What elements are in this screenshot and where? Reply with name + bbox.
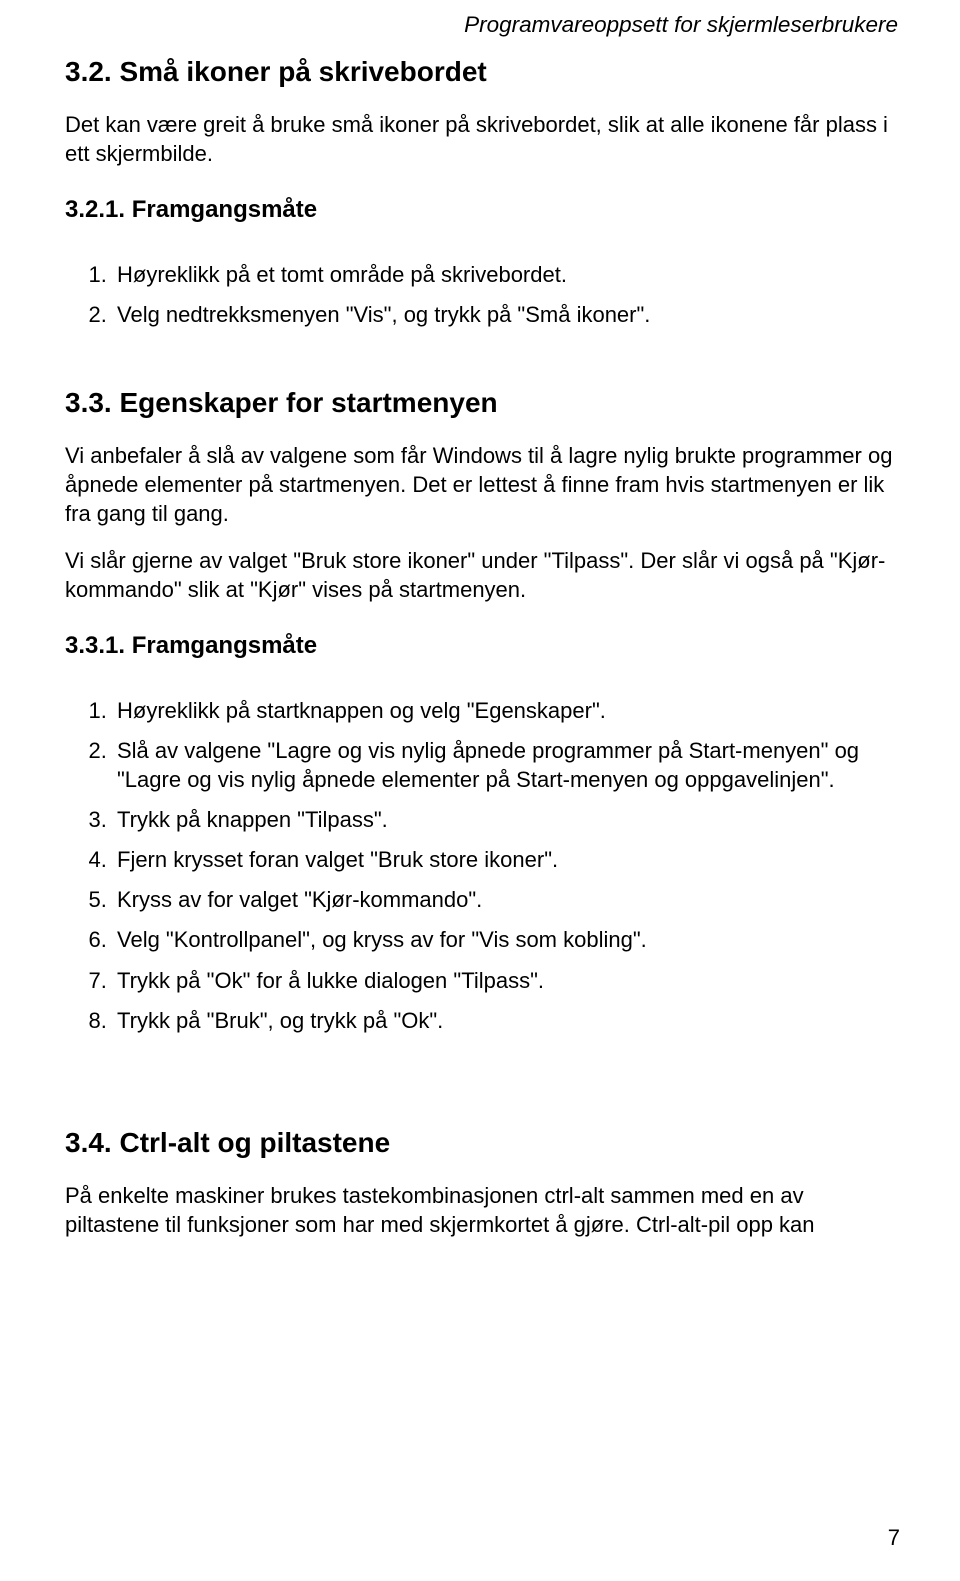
heading-3-2: 3.2. Små ikoner på skrivebordet [65, 56, 900, 88]
running-head: Programvareoppsett for skjermleserbruker… [65, 12, 900, 38]
list-item: Høyreklikk på et tomt område på skrivebo… [113, 260, 900, 289]
document-page: Programvareoppsett for skjermleserbruker… [0, 0, 960, 1581]
paragraph: Det kan være greit å bruke små ikoner på… [65, 110, 900, 168]
paragraph: Vi slår gjerne av valget "Bruk store iko… [65, 546, 900, 604]
steps-3-3-1: Høyreklikk på startknappen og velg "Egen… [65, 696, 900, 1034]
heading-3-3-1: 3.3.1. Framgangsmåte [65, 632, 900, 660]
list-item: Trykk på knappen "Tilpass". [113, 805, 900, 834]
heading-3-2-1: 3.2.1. Framgangsmåte [65, 196, 900, 224]
paragraph: På enkelte maskiner brukes tastekombinas… [65, 1181, 900, 1239]
list-item: Fjern krysset foran valget "Bruk store i… [113, 845, 900, 874]
heading-3-4: 3.4. Ctrl-alt og piltastene [65, 1127, 900, 1159]
list-item: Slå av valgene "Lagre og vis nylig åpned… [113, 736, 900, 794]
list-item: Velg "Kontrollpanel", og kryss av for "V… [113, 925, 900, 954]
list-item: Trykk på "Bruk", og trykk på "Ok". [113, 1006, 900, 1035]
steps-3-2-1: Høyreklikk på et tomt område på skrivebo… [65, 260, 900, 329]
heading-3-3: 3.3. Egenskaper for startmenyen [65, 387, 900, 419]
list-item: Høyreklikk på startknappen og velg "Egen… [113, 696, 900, 725]
list-item: Velg nedtrekksmenyen "Vis", og trykk på … [113, 300, 900, 329]
page-number: 7 [888, 1525, 900, 1551]
list-item: Trykk på "Ok" for å lukke dialogen "Tilp… [113, 966, 900, 995]
list-item: Kryss av for valget "Kjør-kommando". [113, 885, 900, 914]
paragraph: Vi anbefaler å slå av valgene som får Wi… [65, 441, 900, 528]
